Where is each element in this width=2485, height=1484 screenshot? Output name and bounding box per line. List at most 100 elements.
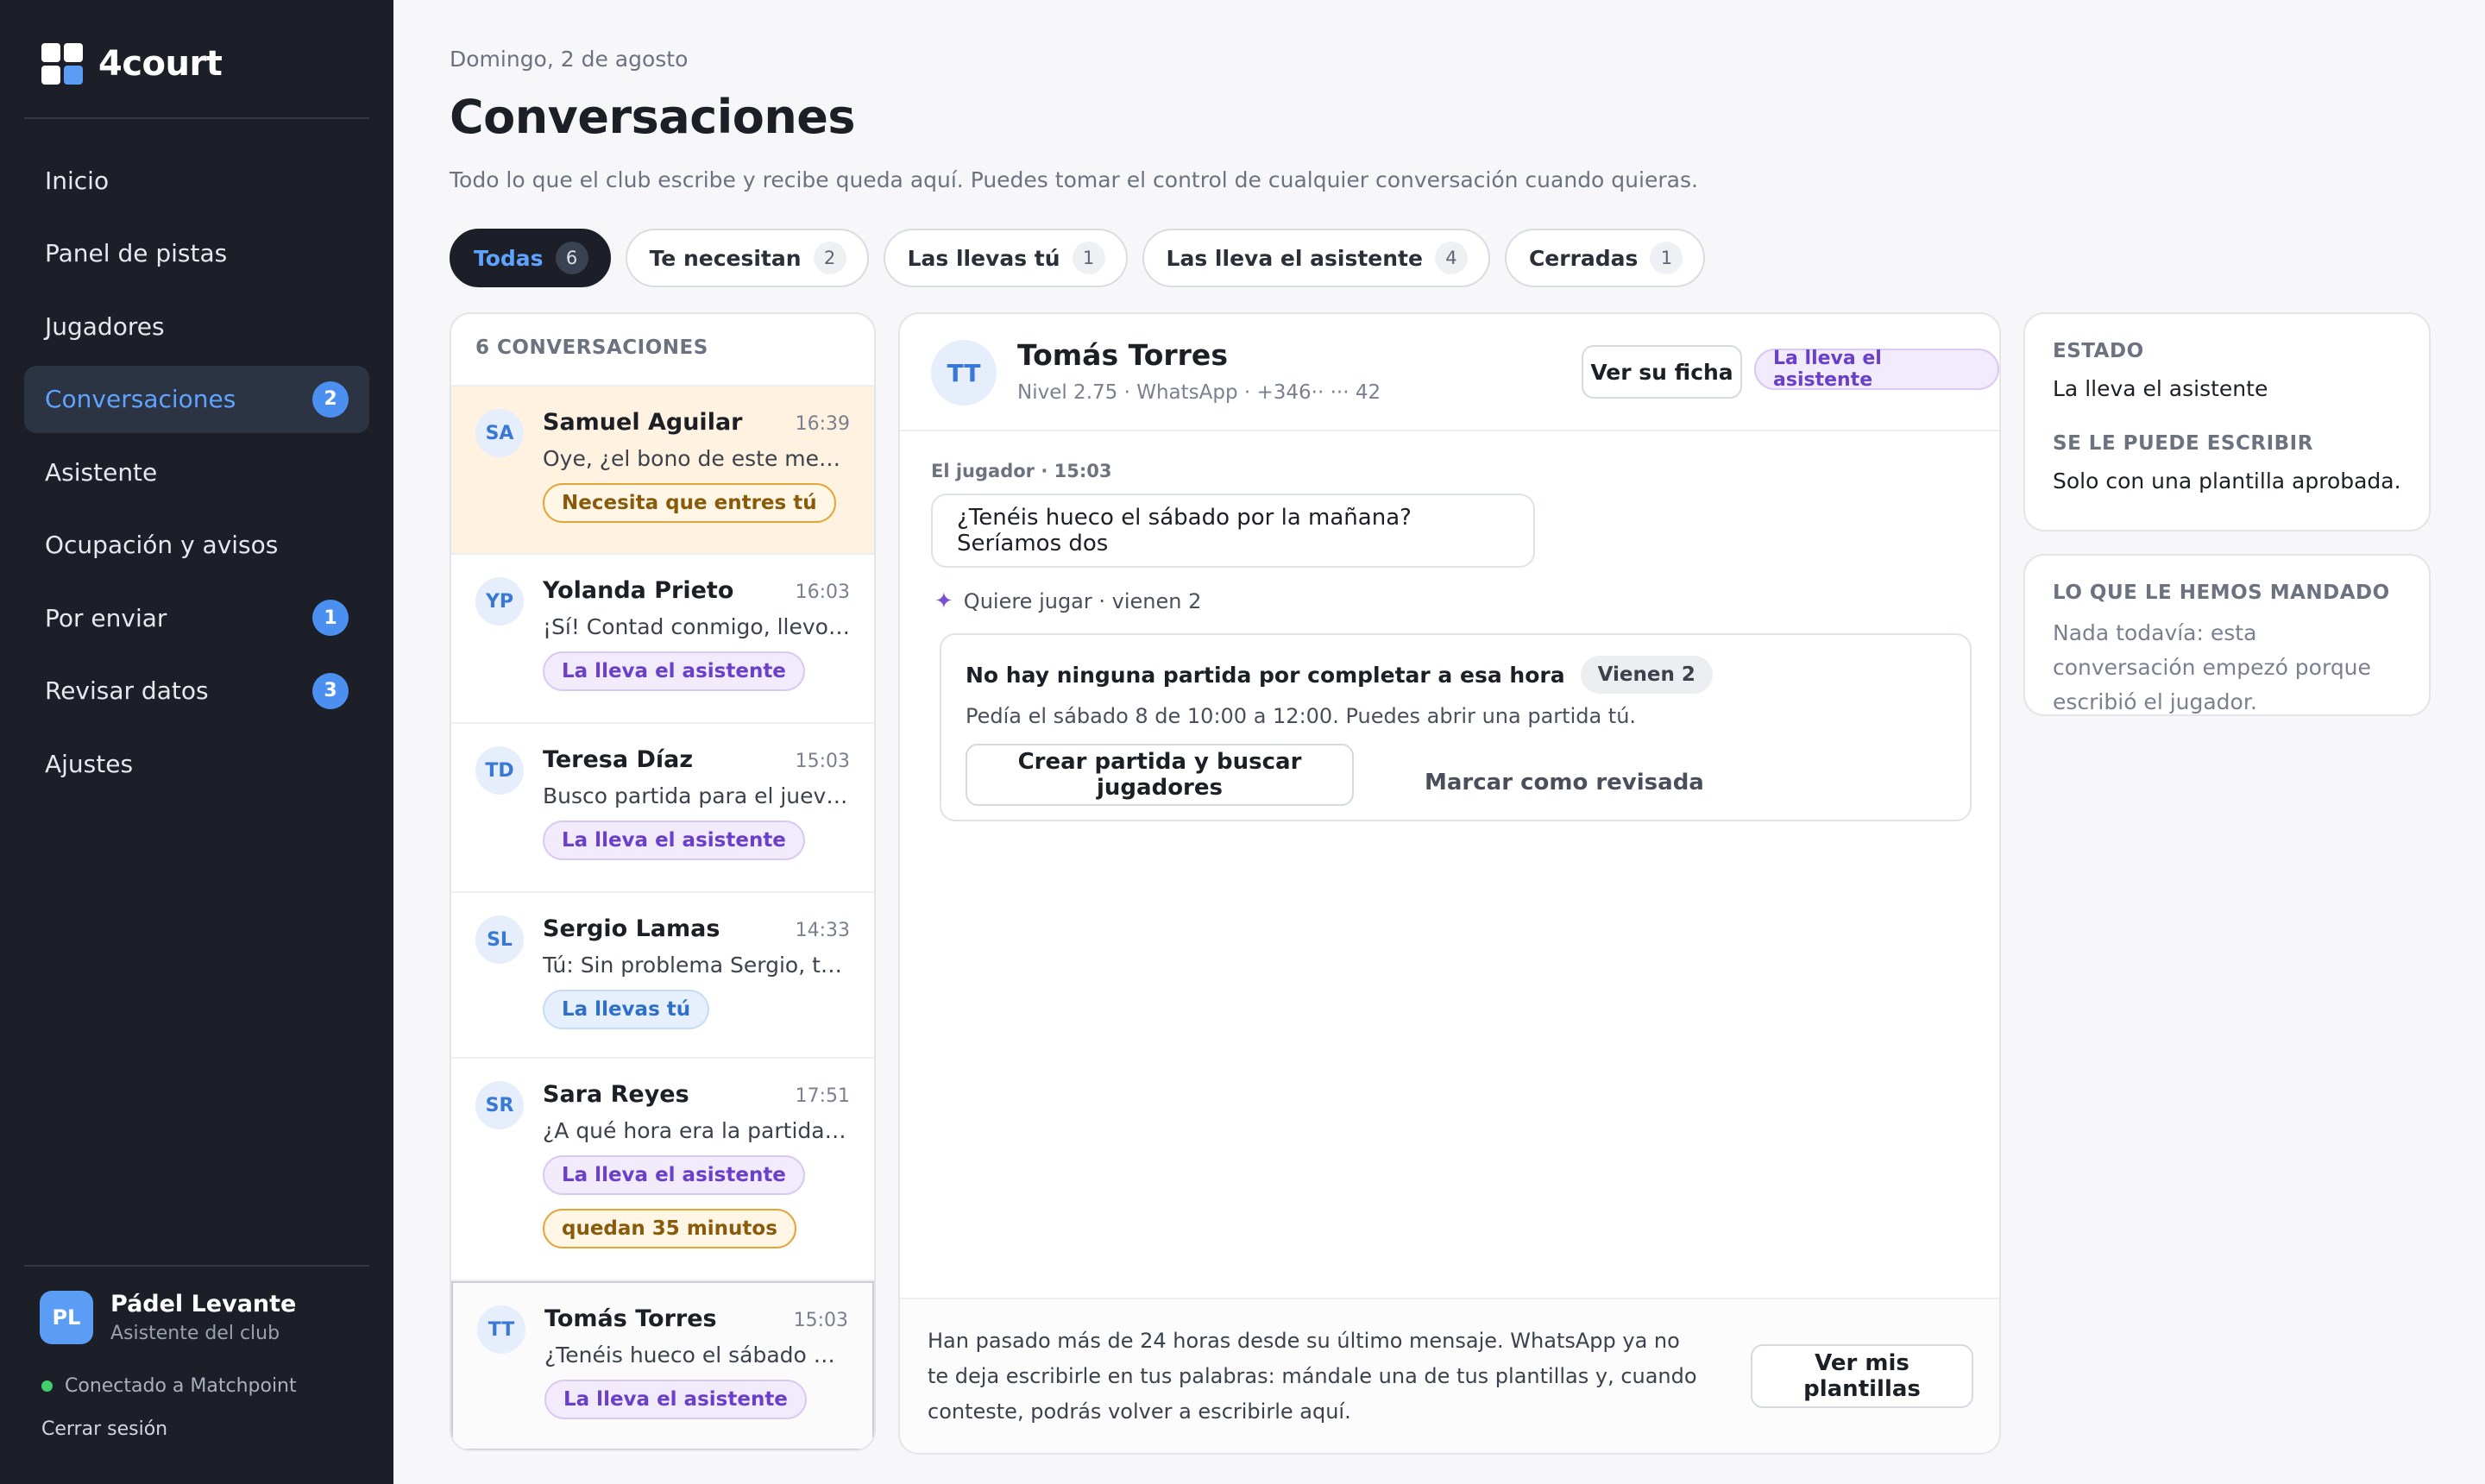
tab-count: 1 xyxy=(1650,242,1683,274)
status-badge: La lleva el asistente xyxy=(543,651,805,691)
suggestion-card: No hay ninguna partida por completar a e… xyxy=(940,633,1972,821)
sidebar-item-ajustes[interactable]: Ajustes xyxy=(24,730,369,797)
view-profile-button[interactable]: Ver su ficha xyxy=(1582,345,1742,399)
club-role: Asistente del club xyxy=(110,1323,280,1344)
avatar: SL xyxy=(475,915,524,964)
sidebar-divider xyxy=(24,117,369,119)
status-dot-icon xyxy=(41,1380,53,1392)
grid-logo-icon xyxy=(41,43,83,85)
message-time: 14:33 xyxy=(795,920,850,941)
avatar: TT xyxy=(931,340,997,406)
nav-badge: 2 xyxy=(312,380,349,418)
state-label: ESTADO xyxy=(2053,340,2144,362)
card-title: No hay ninguna partida por completar a e… xyxy=(966,656,1713,694)
intent-label: ✦ Quiere jugar · vienen 2 xyxy=(934,588,1202,614)
avatar: YP xyxy=(475,577,524,626)
write-label: SE LE PUEDE ESCRIBIR xyxy=(2053,432,2313,455)
club-name: Pádel Levante xyxy=(110,1291,297,1317)
card-description: Pedía el sábado 8 de 10:00 a 12:00. Pued… xyxy=(966,704,1637,728)
message-snippet: ¡Sí! Contad conmigo, llevo yo la... xyxy=(543,614,850,639)
timer-badge: quedan 35 minutos xyxy=(543,1209,796,1248)
tab-count: 6 xyxy=(555,242,588,274)
state-value: La lleva el asistente xyxy=(2053,376,2268,401)
current-date: Domingo, 2 de agosto xyxy=(450,47,689,72)
message-snippet: Busco partida para el jueves po... xyxy=(543,783,850,808)
logout-link[interactable]: Cerrar sesión xyxy=(41,1418,167,1440)
tab-count: 2 xyxy=(813,242,846,274)
tab-te-necesitan[interactable]: Te necesitan 2 xyxy=(625,229,869,287)
message-meta: El jugador · 15:03 xyxy=(931,461,1112,481)
avatar: TD xyxy=(475,746,524,795)
incoming-message: ¿Tenéis hueco el sábado por la mañana? S… xyxy=(931,494,1535,568)
message-time: 15:03 xyxy=(795,751,850,772)
status-badge: La llevas tú xyxy=(543,990,710,1029)
page-subtitle: Todo lo que el club escribe y recibe que… xyxy=(450,167,1698,192)
tab-cerradas[interactable]: Cerradas 1 xyxy=(1504,229,1706,287)
list-item[interactable]: YP Yolanda Prieto 16:03 ¡Sí! Contad conm… xyxy=(451,555,874,724)
contact-name: Tomás Torres xyxy=(544,1305,717,1332)
nav-badge: 1 xyxy=(312,600,349,636)
message-snippet: ¿Tenéis hueco el sábado por la ... xyxy=(544,1343,848,1368)
connection-status: Conectado a Matchpoint xyxy=(41,1375,297,1397)
write-value: Solo con una plantilla aprobada. xyxy=(2053,468,2401,494)
message-snippet: ¿A qué hora era la partida del v... xyxy=(543,1118,850,1143)
message-time: 16:39 xyxy=(795,413,850,435)
chat-panel: TT Tomás Torres Nivel 2.75 · WhatsApp · … xyxy=(898,312,2001,1455)
sent-value: Nada todavía: esta conversación empezó p… xyxy=(2053,620,2371,714)
sidebar-divider xyxy=(24,1265,369,1267)
tab-las-llevas-tu[interactable]: Las llevas tú 1 xyxy=(883,229,1128,287)
brand-name: 4court xyxy=(98,44,223,84)
filter-tabs: Todas 6 Te necesitan 2 Las llevas tú 1 Las … xyxy=(450,229,1720,287)
message-snippet: Tú: Sin problema Sergio, te quit... xyxy=(543,953,850,978)
message-snippet: Oye, ¿el bono de este mes lo p... xyxy=(543,446,850,471)
message-time: 17:51 xyxy=(795,1085,850,1107)
sidebar-item-revisar-datos[interactable]: Revisar datos 3 xyxy=(24,657,369,725)
sidebar-item-ocupacion-y-avisos[interactable]: Ocupación y avisos xyxy=(24,512,369,579)
list-header: 6 CONVERSACIONES xyxy=(451,314,874,387)
players-chip: Vienen 2 xyxy=(1580,656,1713,694)
list-item[interactable]: SR Sara Reyes 17:51 ¿A qué hora era la p… xyxy=(451,1059,874,1281)
sent-card: LO QUE LE HEMOS MANDADO Nada todavía: es… xyxy=(2023,554,2431,716)
list-item[interactable]: SA Samuel Aguilar 16:39 Oye, ¿el bono de… xyxy=(451,387,874,555)
message-time: 15:03 xyxy=(793,1310,848,1331)
club-profile[interactable]: PL Pádel Levante Asistente del club xyxy=(40,1291,296,1344)
status-badge: La lleva el asistente xyxy=(544,1380,807,1419)
page-title: Conversaciones xyxy=(450,90,856,144)
sidebar-item-jugadores[interactable]: Jugadores xyxy=(24,292,369,360)
sparkle-icon: ✦ xyxy=(934,588,953,614)
list-item[interactable]: SL Sergio Lamas 14:33 Tú: Sin problema S… xyxy=(451,893,874,1059)
tab-count: 4 xyxy=(1434,242,1468,274)
contact-name: Sara Reyes xyxy=(543,1081,689,1108)
status-badge: La lleva el asistente xyxy=(1754,348,1999,391)
chat-header: TT Tomás Torres Nivel 2.75 · WhatsApp · … xyxy=(900,314,1999,431)
status-card: ESTADO La lleva el asistente SE LE PUEDE… xyxy=(2023,312,2431,531)
sidebar-item-por-enviar[interactable]: Por enviar 1 xyxy=(24,584,369,651)
avatar: PL xyxy=(40,1291,93,1344)
sent-label: LO QUE LE HEMOS MANDADO xyxy=(2053,582,2390,604)
list-item[interactable]: TD Teresa Díaz 15:03 Busco partida para … xyxy=(451,724,874,893)
avatar: SR xyxy=(475,1081,524,1129)
status-badge: Necesita que entres tú xyxy=(543,483,836,523)
sidebar-item-panel-de-pistas[interactable]: Panel de pistas xyxy=(24,220,369,287)
nav-badge: 3 xyxy=(312,672,349,709)
sidebar-item-inicio[interactable]: Inicio xyxy=(24,147,369,214)
status-badge: La lleva el asistente xyxy=(543,821,805,860)
tab-count: 1 xyxy=(1072,242,1105,274)
contact-name: Teresa Díaz xyxy=(543,746,694,773)
contact-name: Tomás Torres xyxy=(1017,338,1228,372)
tab-todas[interactable]: Todas 6 xyxy=(450,229,611,287)
avatar: SA xyxy=(475,409,524,457)
tab-las-lleva-el-asistente[interactable]: Las lleva el asistente 4 xyxy=(1142,229,1490,287)
list-item-selected[interactable]: TT Tomás Torres 15:03 ¿Tenéis hueco el s… xyxy=(451,1281,874,1449)
sidebar-item-conversaciones[interactable]: Conversaciones 2 xyxy=(24,365,369,433)
message-time: 16:03 xyxy=(795,582,850,603)
contact-meta: Nivel 2.75 · WhatsApp · +346·· ··· 42 xyxy=(1017,381,1381,404)
mark-reviewed-button[interactable]: Marcar como revisada xyxy=(1425,752,1704,813)
status-badge: La lleva el asistente xyxy=(543,1155,805,1195)
contact-name: Sergio Lamas xyxy=(543,915,720,942)
create-match-button[interactable]: Crear partida y buscar jugadores xyxy=(966,744,1354,806)
sidebar-item-asistente[interactable]: Asistente xyxy=(24,438,369,506)
view-templates-button[interactable]: Ver mis plantillas xyxy=(1751,1344,1973,1408)
brand-logo[interactable]: 4court xyxy=(41,43,223,85)
avatar: TT xyxy=(477,1305,525,1354)
